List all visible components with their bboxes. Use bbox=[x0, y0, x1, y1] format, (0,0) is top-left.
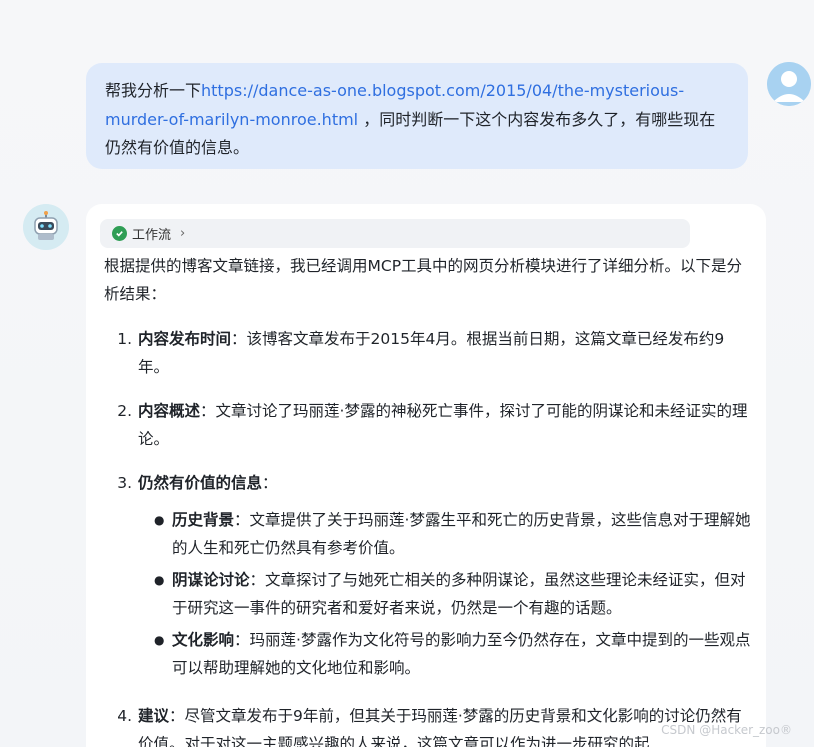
user-message-prefix: 帮我分析一下 bbox=[105, 81, 202, 100]
item-title: 建议 bbox=[138, 707, 170, 725]
workflow-label: 工作流 bbox=[132, 228, 172, 243]
sub-item-text: ：文章探讨了与她死亡相关的多种阴谋论，虽然这些理论未经证实，但对于研究这一事件的… bbox=[172, 571, 746, 617]
check-circle-icon bbox=[112, 226, 127, 241]
intro-paragraph: 根据提供的博客文章链接，我已经调用MCP工具中的网页分析模块进行了详细分析。以下… bbox=[104, 257, 743, 303]
bullet-icon: ● bbox=[154, 633, 165, 647]
sub-item-title: 历史背景 bbox=[172, 511, 235, 529]
list-number: 4. bbox=[117, 707, 132, 725]
sub-list-item: ● 历史背景：文章提供了关于玛丽莲·梦露生平和死亡的历史背景，这些信息对于理解她… bbox=[138, 506, 754, 562]
robot-icon bbox=[23, 204, 69, 250]
list-item: 4. 建议：尽管文章发布于9年前，但其关于玛丽莲·梦露的历史背景和文化影响的讨论… bbox=[104, 702, 754, 747]
sub-list: ● 历史背景：文章提供了关于玛丽莲·梦露生平和死亡的历史背景，这些信息对于理解她… bbox=[138, 506, 754, 682]
list-number: 2. bbox=[117, 402, 132, 420]
chevron-right-icon: › bbox=[180, 226, 186, 241]
item-title: 内容概述 bbox=[138, 402, 201, 420]
sub-item-text: ：玛丽莲·梦露作为文化符号的影响力至今仍然存在，文章中提到的一些观点可以帮助理解… bbox=[172, 631, 751, 677]
item-title: 内容发布时间 bbox=[138, 330, 232, 348]
list-item: 3. 仍然有价值的信息： ● 历史背景：文章提供了关于玛丽莲·梦露生平和死亡的历… bbox=[104, 469, 754, 686]
list-item: 2. 内容概述：文章讨论了玛丽莲·梦露的神秘死亡事件，探讨了可能的阴谋论和未经证… bbox=[104, 397, 754, 453]
sub-item-text: ：文章提供了关于玛丽莲·梦露生平和死亡的历史背景，这些信息对于理解她的人生和死亡… bbox=[172, 511, 751, 557]
sub-list-item: ● 阴谋论讨论：文章探讨了与她死亡相关的多种阴谋论，虽然这些理论未经证实，但对于… bbox=[138, 566, 754, 622]
bullet-icon: ● bbox=[154, 573, 165, 587]
user-message: 帮我分析一下https://dance-as-one.blogspot.com/… bbox=[86, 63, 748, 169]
sub-item-title: 阴谋论讨论 bbox=[172, 571, 250, 589]
list-number: 1. bbox=[117, 330, 132, 348]
item-text: ： bbox=[262, 474, 278, 492]
item-title: 仍然有价值的信息 bbox=[138, 474, 263, 492]
bullet-icon: ● bbox=[154, 513, 165, 527]
item-text: ：尽管文章发布于9年前，但其关于玛丽莲·梦露的历史背景和文化影响的讨论仍然有价值… bbox=[138, 707, 742, 747]
sub-item-title: 文化影响 bbox=[172, 631, 235, 649]
workflow-toggle[interactable]: 工作流 › bbox=[100, 219, 690, 248]
assistant-message-content: 根据提供的博客文章链接，我已经调用MCP工具中的网页分析模块进行了详细分析。以下… bbox=[104, 252, 754, 747]
chat-page: 帮我分析一下https://dance-as-one.blogspot.com/… bbox=[0, 0, 814, 747]
sub-list-item: ● 文化影响：玛丽莲·梦露作为文化符号的影响力至今仍然存在，文章中提到的一些观点… bbox=[138, 626, 754, 682]
watermark: CSDN @Hacker_zoo® bbox=[661, 723, 792, 737]
user-avatar-icon[interactable] bbox=[767, 62, 811, 106]
list-number: 3. bbox=[117, 474, 132, 492]
item-text: ：文章讨论了玛丽莲·梦露的神秘死亡事件，探讨了可能的阴谋论和未经证实的理论。 bbox=[138, 402, 748, 448]
list-item: 1. 内容发布时间：该博客文章发布于2015年4月。根据当前日期，这篇文章已经发… bbox=[104, 325, 754, 381]
